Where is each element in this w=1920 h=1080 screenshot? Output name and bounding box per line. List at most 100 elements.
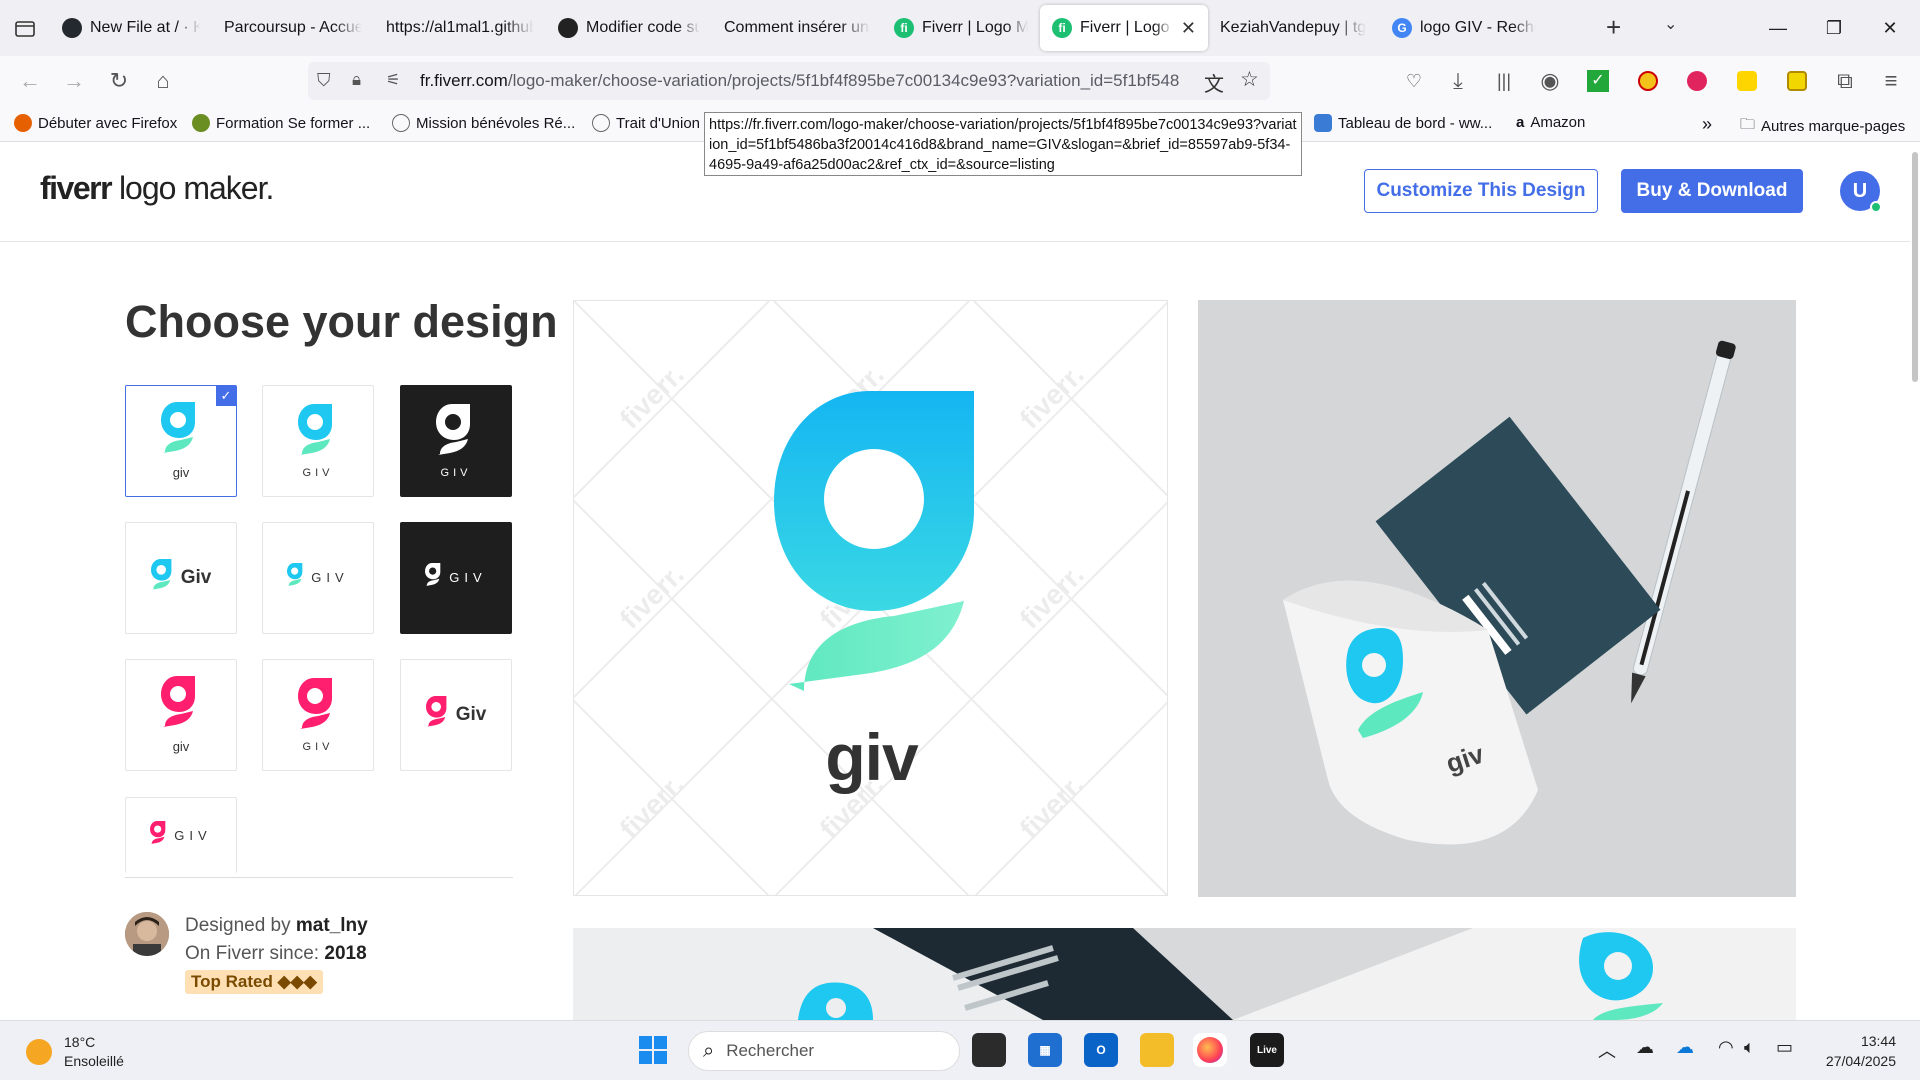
library-icon[interactable]: ||| bbox=[1484, 56, 1524, 106]
show-hidden-icons[interactable]: ︿ bbox=[1598, 1037, 1616, 1063]
bookmark-star-icon[interactable]: ☆ bbox=[1240, 67, 1259, 92]
browser-tab[interactable]: fi Fiverr | Logo Mak bbox=[882, 6, 1040, 50]
weather-widget[interactable]: 18°C Ensoleillé bbox=[26, 1033, 124, 1071]
new-tab-button[interactable]: + bbox=[1606, 12, 1621, 43]
extension-search-icon[interactable] bbox=[1727, 56, 1767, 106]
browser-tab[interactable]: https://al1mal1.github bbox=[374, 6, 546, 50]
live-app-icon[interactable]: Live bbox=[1250, 1033, 1284, 1067]
bookmark-item[interactable]: a Amazon bbox=[1516, 114, 1585, 131]
other-bookmarks[interactable]: 🗀︎ Autres marque-pages bbox=[1740, 114, 1905, 139]
logo-variation-8[interactable]: GIV bbox=[262, 659, 374, 771]
logo-variation-5[interactable]: GIV bbox=[262, 522, 374, 634]
logo-variation-9[interactable]: Giv bbox=[400, 659, 512, 771]
logo-variation-2[interactable]: GIV bbox=[262, 385, 374, 497]
browser-tab[interactable]: KeziahVandepuy | tg bbox=[1208, 6, 1380, 50]
back-icon[interactable]: ← bbox=[10, 56, 50, 106]
permissions-icon[interactable]: ⚟ bbox=[386, 70, 400, 90]
menu-icon[interactable]: ≡ bbox=[1871, 56, 1911, 106]
logo-mark-icon bbox=[425, 696, 450, 733]
extensions-icon[interactable]: ⧉ bbox=[1825, 56, 1865, 106]
user-avatar[interactable]: U bbox=[1840, 171, 1882, 213]
downloads-icon[interactable]: ⤓ bbox=[1438, 56, 1478, 106]
cloud-icon[interactable]: ☁ bbox=[1636, 1037, 1654, 1058]
browser-tab[interactable]: Parcoursup - Accueil bbox=[212, 6, 374, 50]
globe-icon bbox=[592, 114, 610, 132]
logo-variation-3[interactable]: GIV bbox=[400, 385, 512, 497]
extension-box-icon[interactable] bbox=[1777, 56, 1817, 106]
tab-label: Modifier code sur bbox=[586, 19, 700, 36]
openai-icon bbox=[558, 18, 578, 38]
logo-variation-10[interactable]: GIV bbox=[125, 797, 237, 873]
browser-tab[interactable]: Comment insérer une bbox=[712, 6, 882, 50]
close-tab-icon[interactable]: ✕ bbox=[1181, 18, 1196, 39]
designer-avatar[interactable] bbox=[125, 912, 169, 956]
customize-design-button[interactable]: Customize This Design bbox=[1364, 169, 1598, 213]
taskbar-search[interactable]: ⌕ Rechercher bbox=[688, 1031, 960, 1071]
account-icon[interactable]: ◉ bbox=[1530, 56, 1570, 106]
forward-icon[interactable]: → bbox=[54, 56, 94, 106]
task-view-icon[interactable] bbox=[972, 1033, 1006, 1067]
page-scrollbar[interactable] bbox=[1910, 142, 1920, 1020]
giv-logo-mark bbox=[774, 391, 974, 691]
tab-list-button[interactable] bbox=[0, 0, 50, 56]
bookmark-item[interactable]: Débuter avec Firefox bbox=[14, 114, 177, 132]
url-bar[interactable]: ⛉ 🔒︎ ⚟ fr.fiverr.com/logo-maker/choose-v… bbox=[308, 62, 1270, 100]
mockup-strip bbox=[573, 928, 1796, 1020]
extension-yellow-icon[interactable] bbox=[1628, 56, 1668, 106]
logo-variation-1[interactable]: giv ✓ bbox=[125, 385, 237, 497]
variation-caption: GIV bbox=[302, 466, 334, 479]
clock-date: 27/04/2025 bbox=[1825, 1053, 1896, 1069]
logo-variation-4[interactable]: Giv bbox=[125, 522, 237, 634]
wifi-icon[interactable]: ◠ bbox=[1718, 1037, 1734, 1058]
cup-mockup[interactable]: giv bbox=[1198, 300, 1796, 897]
github-icon bbox=[62, 18, 82, 38]
bookmark-item[interactable]: Trait d'Union bbox=[592, 114, 700, 132]
mockup-scene: giv bbox=[1198, 300, 1796, 897]
bookmark-item[interactable]: Formation Se former ... bbox=[192, 114, 370, 132]
home-icon[interactable]: ⌂ bbox=[143, 56, 183, 106]
onedrive-icon[interactable]: ☁ bbox=[1676, 1037, 1694, 1058]
list-all-tabs-icon[interactable]: ⌄ bbox=[1664, 14, 1677, 34]
system-clock[interactable]: 13:44 27/04/2025 bbox=[1826, 1031, 1896, 1071]
shield-icon[interactable]: ⛉ bbox=[317, 70, 331, 91]
amazon-icon: a bbox=[1516, 114, 1525, 131]
divider bbox=[125, 877, 513, 878]
variation-caption: GIV bbox=[302, 740, 334, 753]
more-bookmarks-icon[interactable]: » bbox=[1702, 114, 1712, 135]
since-label: On Fiverr since: bbox=[185, 943, 325, 964]
bookmark-item[interactable]: Mission bénévoles Ré... bbox=[392, 114, 575, 132]
variation-caption: giv bbox=[172, 465, 190, 480]
logo-variation-7[interactable]: giv bbox=[125, 659, 237, 771]
windows-start-icon[interactable] bbox=[636, 1033, 670, 1067]
extension-red-icon[interactable] bbox=[1677, 56, 1717, 106]
browser-tab[interactable]: Modifier code sur bbox=[546, 6, 712, 50]
designer-name[interactable]: mat_lny bbox=[296, 915, 368, 936]
extension-check-icon[interactable]: ✓ bbox=[1578, 56, 1618, 106]
logo-variation-6[interactable]: GIV bbox=[400, 522, 512, 634]
variation-caption: Giv bbox=[455, 703, 487, 725]
file-explorer-icon[interactable] bbox=[1140, 1033, 1174, 1067]
microsoft-store-icon[interactable]: ▦ bbox=[1028, 1033, 1062, 1067]
firefox-taskbar-icon[interactable] bbox=[1193, 1033, 1227, 1067]
scrollbar-thumb[interactable] bbox=[1912, 152, 1918, 382]
tab-label: Parcoursup - Accueil bbox=[224, 19, 362, 36]
search-placeholder: Rechercher bbox=[726, 1041, 815, 1060]
close-window-button[interactable]: ✕ bbox=[1862, 0, 1918, 56]
volume-icon[interactable]: 🔈︎ bbox=[1744, 1037, 1755, 1058]
browser-tab[interactable]: Glogo GIV - Recher bbox=[1380, 6, 1548, 50]
translate-icon[interactable]: 文 bbox=[1204, 68, 1224, 97]
minimize-button[interactable]: — bbox=[1750, 0, 1806, 56]
browser-tab[interactable]: New File at / · Kez bbox=[50, 6, 212, 50]
battery-icon[interactable]: ▭ bbox=[1776, 1037, 1793, 1058]
url-text[interactable]: fr.fiverr.com/logo-maker/choose-variatio… bbox=[420, 71, 1190, 91]
reload-icon[interactable]: ↻ bbox=[99, 56, 139, 106]
pocket-icon[interactable]: ♡ bbox=[1394, 56, 1434, 106]
bookmark-item[interactable]: Tableau de bord - ww... bbox=[1314, 114, 1492, 132]
tab-active[interactable]: fi Fiverr | Logo M ✕ bbox=[1040, 5, 1208, 51]
restore-button[interactable]: ❐ bbox=[1806, 0, 1862, 56]
fiverr-logo-maker-logo[interactable]: fiverr logo maker. bbox=[40, 170, 274, 207]
navigation-bar: ← → ↻ ⌂ ⛉ 🔒︎ ⚟ fr.fiverr.com/logo-maker/… bbox=[0, 56, 1920, 106]
outlook-icon[interactable]: O bbox=[1084, 1033, 1118, 1067]
buy-download-button[interactable]: Buy & Download bbox=[1621, 169, 1803, 213]
lock-icon[interactable]: 🔒︎ bbox=[352, 70, 361, 90]
